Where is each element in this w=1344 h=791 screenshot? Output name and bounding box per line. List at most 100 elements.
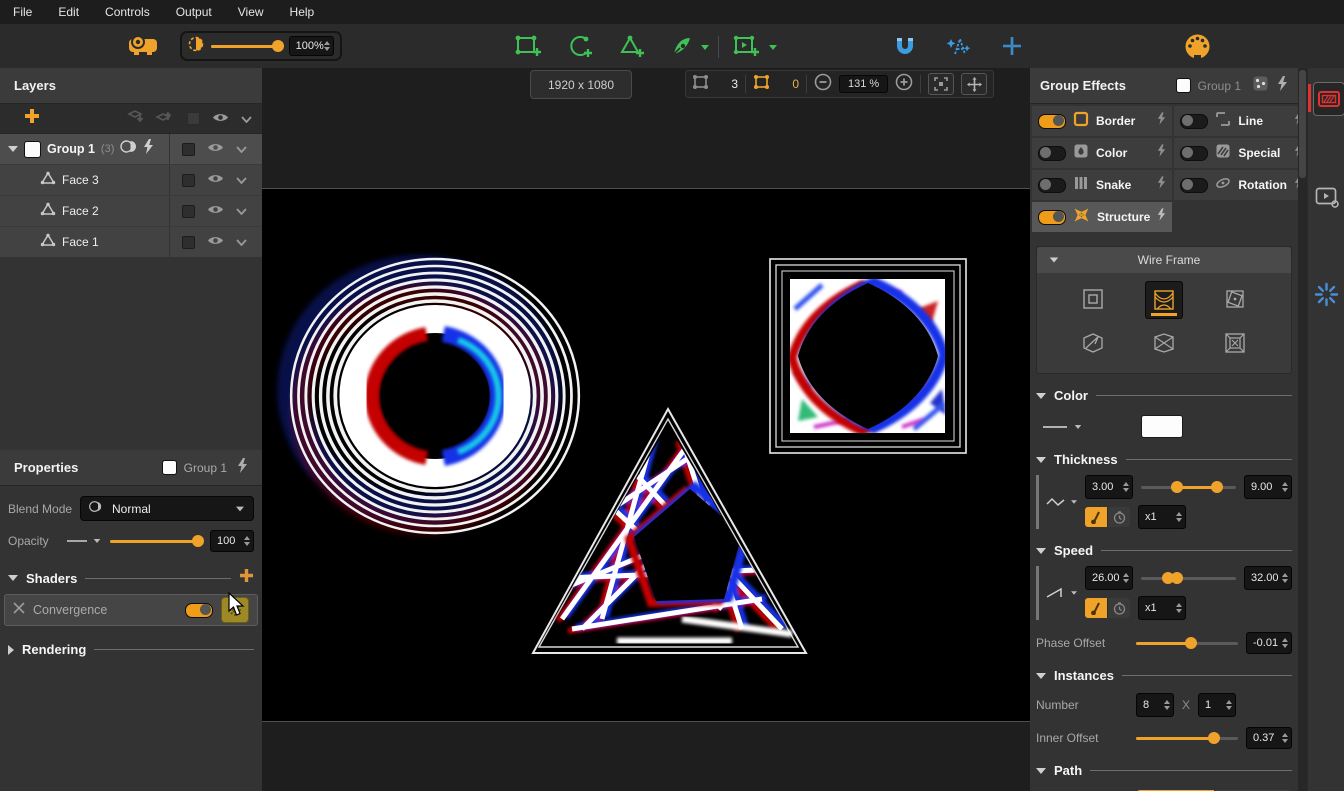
add-shader-button[interactable] [239,568,254,588]
effects-spark-icon[interactable] [1314,282,1339,312]
menu-controls[interactable]: Controls [92,0,163,24]
effect-line[interactable]: Line [1174,106,1298,136]
opacity-value-field[interactable]: 100 [210,530,254,552]
effect-rotation[interactable]: Rotation [1174,170,1298,200]
thickness-multiplier-field[interactable]: x1 [1138,505,1186,529]
magnet-snap-icon[interactable] [893,35,917,57]
layer-row-face1[interactable]: Face 1 [0,226,262,257]
group-color-swatch[interactable] [24,141,41,158]
midi-icon[interactable] [1184,33,1211,60]
thickness-min-field[interactable]: 3.00 [1085,475,1133,499]
opacity-slider[interactable] [110,540,202,543]
layer-collapse-icon[interactable] [236,202,247,220]
visibility-all-icon[interactable] [212,110,229,128]
blend-mode-dropdown[interactable]: Normal [80,496,254,521]
pen-tool-dropdown-icon[interactable] [700,44,710,51]
pen-tool[interactable] [670,34,696,58]
flash-trigger-icon[interactable] [237,458,248,478]
flash-trigger-icon[interactable] [1157,208,1166,226]
speed-section-header[interactable]: Speed [1030,543,1298,558]
speed-min-spinner[interactable] [1123,573,1129,583]
effect-border[interactable]: Border [1032,106,1172,136]
flash-trigger-icon[interactable] [1157,176,1166,194]
layer-collapse-icon[interactable] [236,171,247,189]
effect-color-toggle[interactable] [1038,146,1066,161]
inner-offset-spinner[interactable] [1282,733,1288,743]
instances-cols-field[interactable]: 8 [1136,693,1174,717]
inner-offset-field[interactable]: 0.37 [1246,727,1292,749]
brightness-slider[interactable] [211,45,282,48]
thickness-min-spinner[interactable] [1123,482,1129,492]
instances-rows-field[interactable]: 1 [1198,693,1236,717]
speed-multiplier-field[interactable]: x1 [1138,596,1186,620]
menu-view[interactable]: View [225,0,277,24]
speed-lfo-mode-button[interactable] [1085,598,1107,618]
speed-range-slider[interactable] [1141,577,1236,580]
blend-mode-icon[interactable] [120,139,137,159]
layer-visibility-icon[interactable] [207,202,224,220]
instances-rows-spinner[interactable] [1226,700,1232,710]
layer-row-group[interactable]: Group 1 (3) [0,134,262,164]
menu-output[interactable]: Output [163,0,225,24]
wire-mode-boxed-x[interactable] [1217,325,1253,361]
effect-snake-toggle[interactable] [1038,178,1066,193]
flash-trigger-icon[interactable] [1157,112,1166,130]
group-solo-checkbox[interactable] [182,143,195,156]
speed-mult-spinner[interactable] [1176,603,1182,613]
speed-min-field[interactable]: 26.00 [1085,566,1133,590]
thickness-max-spinner[interactable] [1282,482,1288,492]
menu-file[interactable]: File [0,0,45,24]
right-panel-scrollbar[interactable] [1298,68,1307,791]
fit-to-screen-button[interactable] [928,73,954,95]
thickness-section-header[interactable]: Thickness [1030,452,1298,467]
speed-clock-mode-button[interactable] [1107,598,1130,618]
randomize-icon[interactable] [1253,76,1268,96]
flash-trigger-icon[interactable] [143,139,154,159]
wire-mode-diagonal[interactable] [1075,325,1111,361]
smart-snap-icon[interactable] [946,35,972,57]
effect-snake[interactable]: Snake [1032,170,1172,200]
line-style-dropdown[interactable] [1042,424,1083,430]
crosshair-icon[interactable] [1001,35,1023,57]
layer-visibility-icon[interactable] [207,233,224,251]
menu-help[interactable]: Help [277,0,328,24]
layer-row-face3[interactable]: Face 3 [0,164,262,195]
path-section-header[interactable]: Path [1030,763,1298,778]
layer-solo-checkbox[interactable] [182,236,195,249]
thickness-clock-mode-button[interactable] [1107,507,1130,527]
shaders-collapse-icon[interactable] [8,575,18,581]
menu-edit[interactable]: Edit [45,0,92,24]
move-layer-down-icon[interactable] [127,109,145,128]
media-player-settings-icon[interactable] [1315,186,1341,215]
shader-library-button[interactable] [1313,82,1344,116]
shader-toggle[interactable] [185,603,213,618]
add-triangle-tool[interactable] [618,34,646,58]
speed-lfo-shape-dropdown[interactable] [1045,566,1079,620]
effect-border-toggle[interactable] [1038,114,1066,129]
wire-mode-rotated-squares[interactable] [1217,281,1253,317]
thickness-max-field[interactable]: 9.00 [1244,475,1292,499]
instances-cols-spinner[interactable] [1164,700,1170,710]
wire-frame-header[interactable]: Wire Frame [1037,247,1291,273]
effect-line-toggle[interactable] [1180,114,1208,129]
viewport[interactable]: 1920 x 1080 3 0 131 % [262,68,1030,791]
layer-solo-checkbox[interactable] [182,174,195,187]
wire-mode-star[interactable] [1146,325,1182,361]
flash-trigger-icon[interactable] [1277,76,1288,96]
zoom-in-button[interactable] [895,73,913,96]
effect-structure[interactable]: Structure [1032,202,1172,232]
phase-offset-spinner[interactable] [1282,638,1288,648]
brightness-spinner[interactable] [324,41,330,51]
group-visibility-icon[interactable] [207,140,224,158]
move-layer-up-icon[interactable] [155,109,173,128]
layer-visibility-icon[interactable] [207,171,224,189]
stroke-color-swatch[interactable] [1141,415,1183,438]
collapse-all-icon[interactable] [241,110,252,128]
solo-all-checkbox[interactable] [187,112,200,125]
remove-shader-icon[interactable] [13,601,25,619]
thickness-lfo-shape-dropdown[interactable] [1045,475,1079,529]
wire-mode-concentric[interactable] [1075,281,1111,317]
inner-offset-slider[interactable] [1136,737,1238,740]
add-ellipse-tool[interactable] [566,34,594,58]
brightness-value-field[interactable]: 100% [289,36,334,56]
